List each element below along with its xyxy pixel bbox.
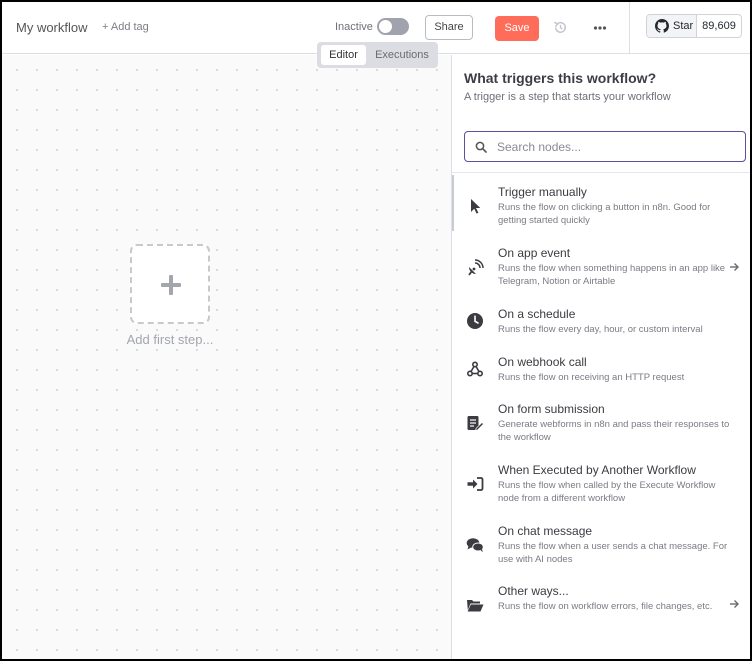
- clock-icon: [467, 313, 483, 329]
- trigger-title: On a schedule: [498, 307, 576, 321]
- tab-executions[interactable]: Executions: [370, 45, 434, 65]
- github-star-button[interactable]: Star: [647, 15, 697, 37]
- satellite-icon: [468, 259, 484, 276]
- trigger-description: Runs the flow on clicking a button in n8…: [498, 202, 711, 226]
- add-tag-button[interactable]: + Add tag: [102, 21, 149, 33]
- activate-toggle[interactable]: [377, 18, 409, 35]
- ellipsis-icon[interactable]: [592, 20, 608, 36]
- trigger-description: Runs the flow on receiving an HTTP reque…: [498, 372, 685, 383]
- add-first-step-button[interactable]: [130, 244, 210, 324]
- trigger-description: Runs the flow when called by the Execute…: [498, 480, 716, 504]
- arrow-right-icon: [730, 600, 739, 608]
- plus-icon: [161, 275, 181, 295]
- view-tabs: Editor Executions: [317, 42, 438, 68]
- github-star-widget[interactable]: Star 89,609: [646, 14, 742, 38]
- header-divider: [629, 2, 630, 54]
- trigger-title: When Executed by Another Workflow: [498, 463, 696, 477]
- share-button[interactable]: Share: [425, 15, 473, 40]
- active-status-label: Inactive: [335, 21, 373, 33]
- webhook-icon: [466, 361, 484, 377]
- folder-open-icon: [467, 600, 484, 612]
- cursor-icon: [471, 199, 481, 214]
- form-icon: [467, 416, 484, 431]
- trigger-description: Runs the flow on workflow errors, file c…: [498, 601, 713, 612]
- trigger-title: On form submission: [498, 402, 605, 416]
- sign-in-icon: [467, 477, 484, 491]
- github-star-label: Star: [673, 20, 694, 32]
- search-icon: [475, 141, 487, 153]
- tab-editor[interactable]: Editor: [321, 45, 366, 65]
- search-input[interactable]: [497, 138, 737, 156]
- list-divider: [452, 172, 750, 173]
- trigger-title: On webhook call: [498, 355, 587, 369]
- save-button[interactable]: Save: [495, 16, 539, 41]
- panel-subtitle: A trigger is a step that starts your wor…: [464, 91, 671, 103]
- active-item-indicator: [452, 175, 454, 231]
- trigger-description: Runs the flow when something happens in …: [498, 263, 726, 287]
- arrow-right-icon: [730, 263, 739, 271]
- trigger-description: Runs the flow every day, hour, or custom…: [498, 324, 703, 335]
- toggle-knob: [379, 20, 392, 33]
- trigger-title: On chat message: [498, 524, 593, 538]
- trigger-description: Runs the flow when a user sends a chat m…: [498, 541, 728, 565]
- trigger-title: On app event: [498, 246, 571, 260]
- trigger-description: Generate webforms in n8n and pass their …: [498, 419, 730, 443]
- comments-icon: [466, 538, 484, 553]
- github-icon: [655, 19, 669, 33]
- workflow-name[interactable]: My workflow: [16, 20, 88, 35]
- app-window: My workflow + Add tag Inactive Share Sav…: [0, 0, 752, 661]
- add-first-step-label: Add first step...: [126, 332, 214, 347]
- panel-title: What triggers this workflow?: [464, 70, 657, 86]
- workflow-canvas[interactable]: Add first step...: [2, 55, 451, 659]
- github-star-count[interactable]: 89,609: [697, 15, 741, 37]
- search-box[interactable]: [464, 131, 746, 162]
- trigger-title: Other ways...: [498, 584, 569, 598]
- history-icon[interactable]: [552, 19, 569, 36]
- trigger-title: Trigger manually: [498, 185, 587, 199]
- node-creator-panel: What triggers this workflow? A trigger i…: [451, 55, 750, 659]
